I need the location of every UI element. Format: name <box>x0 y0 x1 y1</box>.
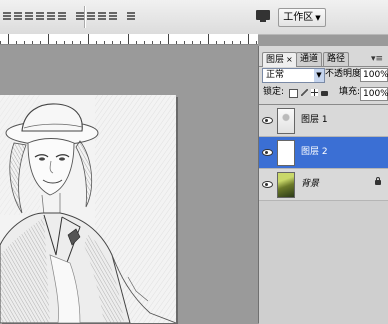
blend-mode-select[interactable]: 正常 ▼ <box>262 68 325 83</box>
layer-name: 图层 1 <box>301 115 328 125</box>
distribute-spacing-icon[interactable] <box>108 10 118 22</box>
close-icon[interactable]: × <box>286 55 293 64</box>
align-right-icon[interactable] <box>57 10 67 22</box>
workspace-button[interactable]: 工作区 ▼ <box>278 8 326 27</box>
layer-thumbnail <box>277 172 295 198</box>
eye-icon[interactable] <box>261 146 273 158</box>
align-bottom-icon[interactable] <box>24 10 34 22</box>
tab-channels-label: 通道 <box>300 54 319 64</box>
align-vertical-center-icon[interactable] <box>13 10 23 22</box>
chevron-down-icon: ▼ <box>314 69 324 82</box>
layer-name: 图层 2 <box>301 147 328 157</box>
layer-thumbnail <box>277 140 295 166</box>
layer-row[interactable]: 图层 1 <box>259 105 388 137</box>
lock-label: 锁定: <box>263 87 285 97</box>
tab-layers[interactable]: 图层 × <box>262 52 297 67</box>
lock-pixels-icon[interactable] <box>301 89 308 96</box>
eye-icon[interactable] <box>261 178 273 190</box>
align-top-icon[interactable] <box>2 10 12 22</box>
layer-row-selected[interactable]: 图层 2 <box>259 137 388 169</box>
options-bar: 工作区 ▼ <box>0 0 388 35</box>
layer-row[interactable]: 背景 <box>259 169 388 201</box>
workspace-monitor-icon[interactable] <box>254 8 274 24</box>
fill-field[interactable]: 100% <box>360 87 388 101</box>
distribute-center-icon[interactable] <box>86 10 96 22</box>
tab-layers-label: 图层 <box>266 55 285 65</box>
tab-channels[interactable]: 通道 <box>296 52 323 66</box>
layer-thumbnail <box>277 108 295 134</box>
distribute-right-icon[interactable] <box>97 10 107 22</box>
lock-position-icon[interactable] <box>311 89 318 96</box>
workspace-label: 工作区 <box>283 12 314 23</box>
layers-list: 图层 1 图层 2 背景 <box>259 104 388 324</box>
lock-options <box>289 89 328 98</box>
layers-panel: 图层 × 通道 路径 ▾≡ 正常 ▼ 不透明度: 100% 锁定: 填充: 100… <box>258 46 388 324</box>
opacity-field[interactable]: 100% <box>360 68 388 82</box>
blend-mode-value: 正常 <box>266 70 285 80</box>
canvas-area[interactable] <box>0 45 258 323</box>
fill-label: 填充: <box>339 87 361 97</box>
tab-paths-label: 路径 <box>327 54 346 64</box>
lock-icon <box>375 177 381 185</box>
panel-tabs: 图层 × 通道 路径 <box>259 52 388 67</box>
panel-menu-icon[interactable]: ▾≡ <box>371 54 383 64</box>
document-canvas[interactable] <box>0 95 176 323</box>
align-left-icon[interactable] <box>35 10 45 22</box>
auto-align-icon[interactable] <box>126 10 136 22</box>
layer-name: 背景 <box>301 179 320 189</box>
chevron-down-icon: ▼ <box>315 14 321 22</box>
opacity-label: 不透明度: <box>325 69 365 79</box>
toolbar-separator <box>84 6 86 28</box>
lock-all-icon[interactable] <box>321 91 328 96</box>
lock-transparent-icon[interactable] <box>289 89 298 98</box>
tab-paths[interactable]: 路径 <box>323 52 350 66</box>
horizontal-ruler <box>0 34 258 45</box>
eye-icon[interactable] <box>261 114 273 126</box>
pencil-sketch-portrait <box>0 95 176 323</box>
align-distribute-buttons <box>2 10 136 22</box>
align-horizontal-center-icon[interactable] <box>46 10 56 22</box>
